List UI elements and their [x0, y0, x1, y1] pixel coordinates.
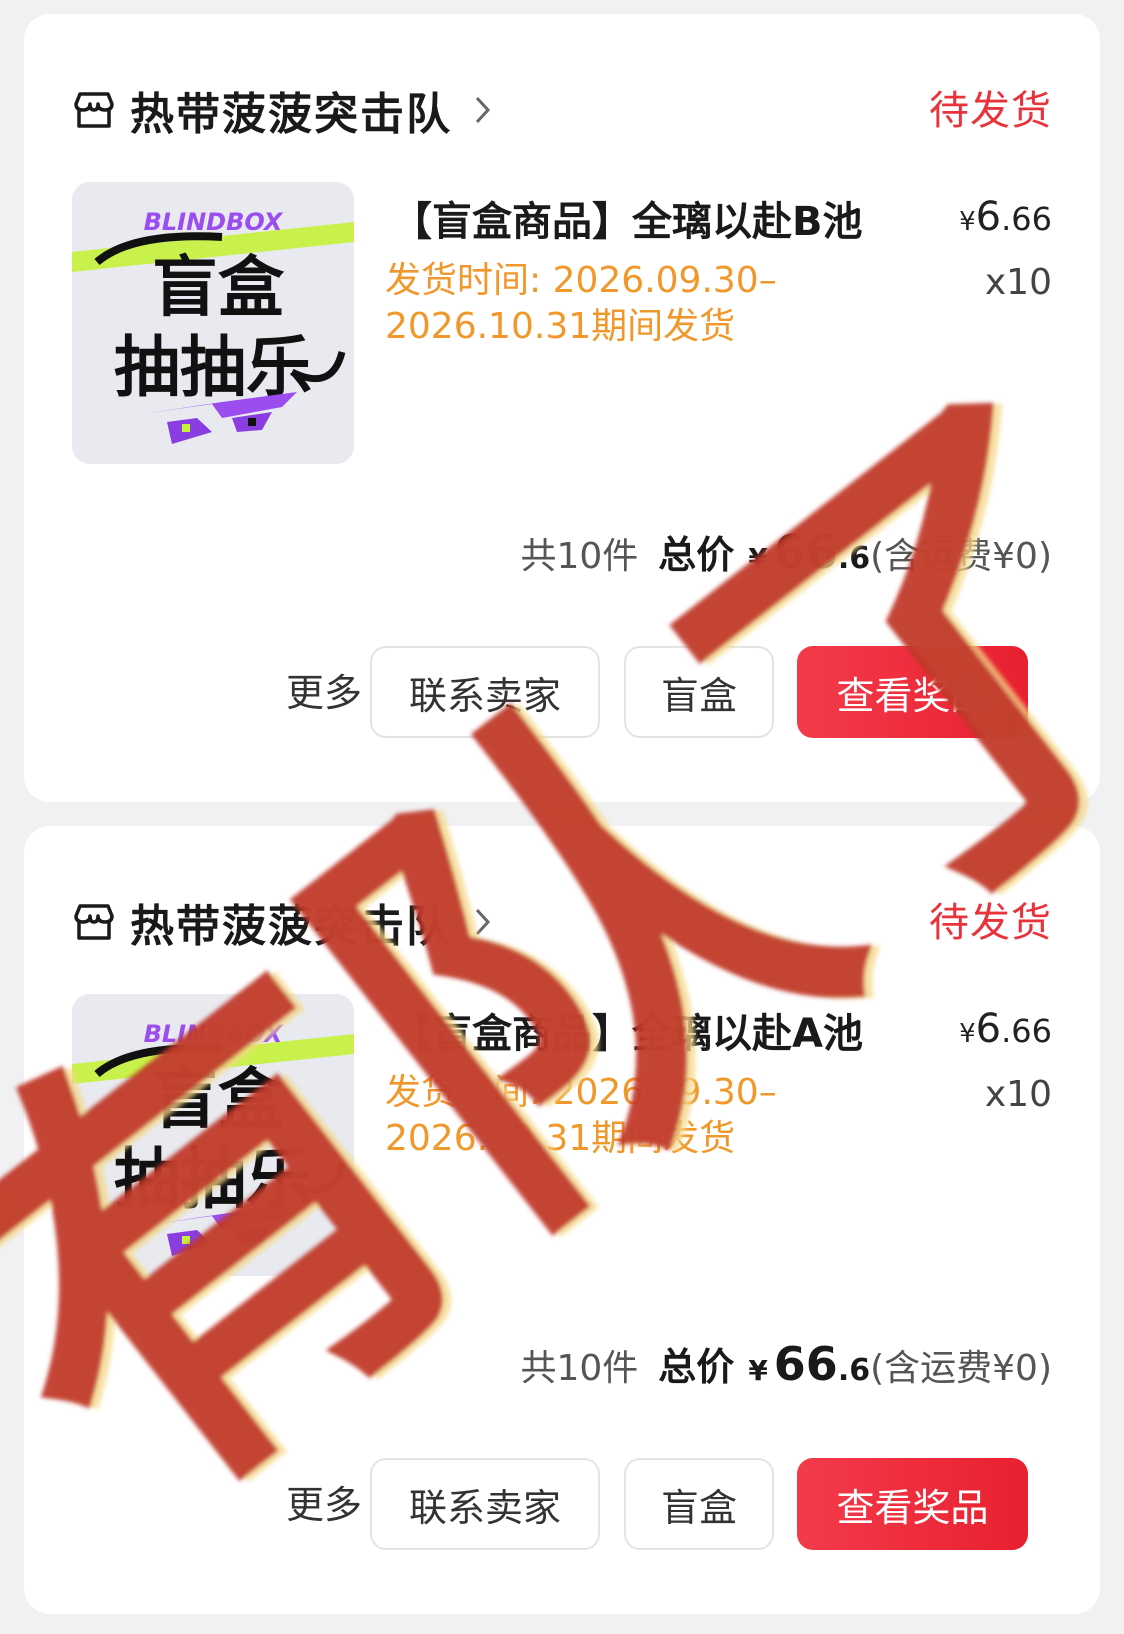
- shop-name: 热带菠菠突击队: [130, 89, 452, 140]
- quantity: x10: [984, 262, 1052, 303]
- thumbnail-brand: BLINDBOX: [144, 208, 284, 236]
- thumbnail-line1: 盲盒: [152, 249, 285, 326]
- order-card: 热带菠菠突击队 待发货 BLINDBOX 盲盒 抽抽乐 【盲盒商品】全璃以赴A池…: [24, 826, 1100, 1614]
- ship-time: 发货时间: 2026.09.30–2026.10.31期间发货: [385, 1072, 777, 1159]
- shop-icon: [72, 88, 116, 132]
- item-count: 共10件: [520, 1348, 639, 1389]
- ship-time: 发货时间: 2026.09.30–2026.10.31期间发货: [385, 260, 777, 347]
- product-thumbnail[interactable]: BLINDBOX 盲盒 抽抽乐: [72, 182, 354, 464]
- total-label: 总价: [658, 1345, 735, 1389]
- more-button[interactable]: 更多: [286, 662, 362, 717]
- order-card: 热带菠菠突击队 待发货 BLINDBOX 盲盒 抽抽乐 【盲盒商品】全璃以赴B池…: [24, 14, 1100, 802]
- blindbox-button[interactable]: 盲盒: [624, 1458, 774, 1550]
- blindbox-button[interactable]: 盲盒: [624, 646, 774, 738]
- total-amount: 66: [773, 1337, 838, 1391]
- product-title[interactable]: 【盲盒商品】全璃以赴B池: [392, 189, 863, 247]
- shop-header[interactable]: 热带菠菠突击队: [72, 78, 494, 142]
- contact-seller-button[interactable]: 联系卖家: [370, 646, 600, 738]
- shipping-fee: (含运费¥0): [870, 1348, 1052, 1389]
- product-title[interactable]: 【盲盒商品】全璃以赴A池: [392, 1001, 863, 1059]
- product-thumbnail[interactable]: BLINDBOX 盲盒 抽抽乐: [72, 994, 354, 1276]
- total-amount: 66: [773, 525, 838, 579]
- shop-icon: [72, 900, 116, 944]
- quantity: x10: [984, 1074, 1052, 1115]
- order-status: 待发货: [929, 88, 1052, 134]
- thumbnail-line1: 盲盒: [152, 1061, 285, 1138]
- order-status: 待发货: [929, 900, 1052, 946]
- shipping-fee: (含运费¥0): [870, 536, 1052, 577]
- view-prize-button[interactable]: 查看奖品: [797, 646, 1028, 738]
- chevron-right-icon: [472, 92, 494, 128]
- total-label: 总价: [658, 533, 735, 577]
- unit-price: ¥6.66: [959, 194, 1052, 240]
- order-total: 共10件 总价 ¥ 66 .6 (含运费¥0): [520, 1337, 1052, 1391]
- shop-name: 热带菠菠突击队: [130, 901, 452, 952]
- more-button[interactable]: 更多: [286, 1474, 362, 1529]
- order-total: 共10件 总价 ¥ 66 .6 (含运费¥0): [520, 525, 1052, 579]
- chevron-right-icon: [472, 904, 494, 940]
- thumbnail-brand: BLINDBOX: [144, 1020, 284, 1048]
- view-prize-button[interactable]: 查看奖品: [797, 1458, 1028, 1550]
- shop-header[interactable]: 热带菠菠突击队: [72, 890, 494, 954]
- unit-price: ¥6.66: [959, 1006, 1052, 1052]
- item-count: 共10件: [520, 536, 639, 577]
- contact-seller-button[interactable]: 联系卖家: [370, 1458, 600, 1550]
